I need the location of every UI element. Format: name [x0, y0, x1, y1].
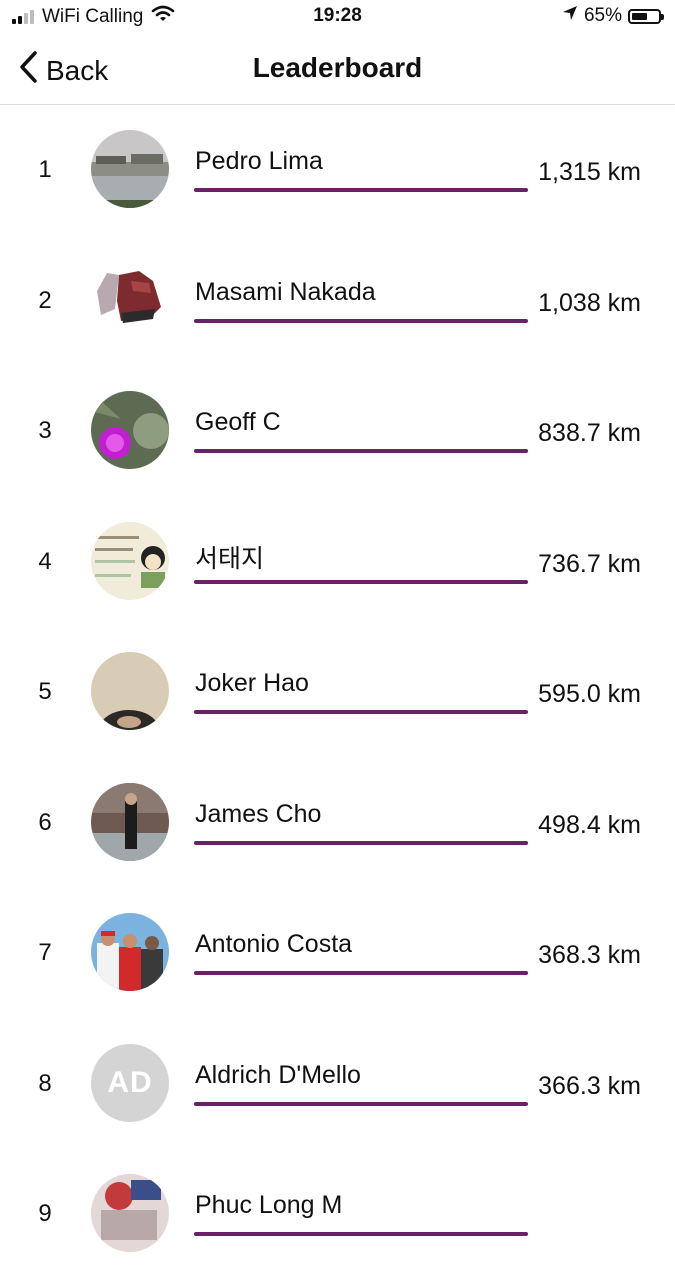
progress-bar — [194, 971, 528, 975]
rank-number: 4 — [38, 547, 52, 575]
leaderboard-row[interactable]: 8 AD Aldrich D'Mello 366.3 km — [0, 1018, 675, 1149]
athlete-name: Antonio Costa — [195, 930, 353, 958]
rank-number: 3 — [38, 417, 52, 444]
rank-number: 9 — [38, 1200, 52, 1227]
status-bar: WiFi Calling 19:28 65% — [0, 0, 675, 34]
progress-bar — [194, 1101, 528, 1106]
athlete-name: Phuc Long M — [195, 1191, 343, 1219]
progress-bar — [194, 449, 528, 453]
avatar[interactable] — [91, 521, 169, 600]
progress-bar — [194, 579, 528, 584]
page-title: Leaderboard — [252, 52, 423, 83]
rank-number: 2 — [38, 286, 52, 314]
rank-number: 6 — [38, 808, 52, 836]
leaderboard-row[interactable]: 4 서태지 736.7 km — [0, 496, 675, 627]
avatar[interactable] — [91, 391, 169, 469]
avatar[interactable] — [91, 130, 169, 208]
leaderboard-row[interactable]: 7 Antonio Costa 368.3 km — [0, 887, 675, 1018]
leaderboard-row[interactable]: 3 Geoff C 838.7 km — [0, 365, 675, 496]
leaderboard-row[interactable]: 9 Phuc Long M — [0, 1148, 675, 1279]
avatar[interactable] — [91, 782, 169, 861]
athlete-name: Joker Hao — [195, 669, 309, 697]
distance-value: 498.4 km — [538, 810, 641, 839]
leaderboard-row[interactable]: 6 James Cho 498.4 km — [0, 757, 675, 888]
distance-value: 736.7 km — [538, 549, 641, 578]
athlete-name: James Cho — [195, 799, 322, 828]
battery-percent: 65% — [583, 5, 622, 26]
battery-icon — [628, 8, 664, 24]
distance-value: 1,038 km — [538, 288, 641, 317]
navigation-bar: Back Leaderboard — [0, 34, 675, 105]
avatar[interactable] — [91, 913, 169, 991]
athlete-name: Pedro Lima — [195, 147, 323, 175]
distance-value: 595.0 km — [538, 680, 641, 708]
location-arrow-icon — [562, 5, 578, 27]
avatar-initials[interactable]: AD — [91, 1043, 169, 1122]
distance-value: 366.3 km — [538, 1071, 641, 1100]
progress-bar — [194, 710, 528, 714]
progress-bar — [194, 1232, 528, 1236]
status-right: 65% — [562, 5, 664, 27]
leaderboard-row[interactable]: 2 Masami Nakada 1,038 km — [0, 235, 675, 366]
rank-number: 8 — [38, 1069, 52, 1097]
avatar[interactable] — [91, 260, 169, 339]
distance-value: 838.7 km — [538, 419, 641, 447]
progress-bar — [194, 318, 528, 323]
avatar[interactable] — [91, 652, 169, 730]
athlete-name: Masami Nakada — [195, 277, 376, 306]
leaderboard-row[interactable]: 1 Pedro Lima 1,315 km — [0, 104, 675, 235]
progress-bar — [194, 840, 528, 845]
leaderboard-list: 1 Pedro Lima 1,315 km 2 Masami Nakada 1,… — [0, 104, 675, 1279]
progress-bar — [194, 188, 528, 192]
distance-value: 368.3 km — [538, 941, 641, 969]
distance-value: 1,315 km — [538, 158, 641, 186]
rank-number: 7 — [38, 939, 52, 966]
athlete-name: Geoff C — [195, 408, 281, 436]
athlete-name: 서태지 — [195, 544, 265, 573]
rank-number: 1 — [38, 156, 52, 183]
avatar[interactable] — [91, 1174, 169, 1252]
leaderboard-row[interactable]: 5 Joker Hao 595.0 km — [0, 626, 675, 757]
rank-number: 5 — [38, 678, 52, 705]
athlete-name: Aldrich D'Mello — [195, 1060, 361, 1089]
